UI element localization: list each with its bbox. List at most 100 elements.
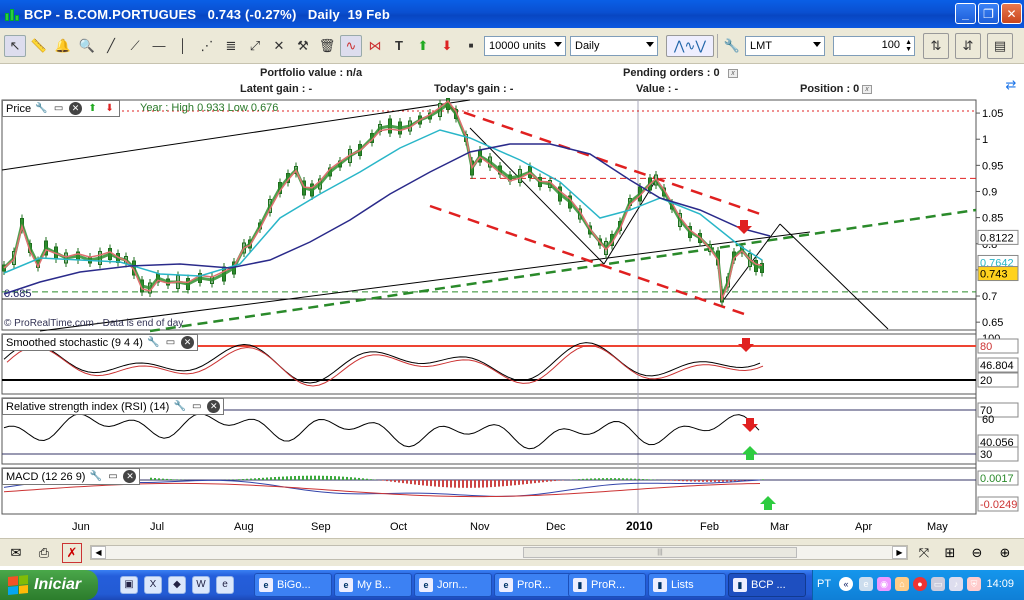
zoom-fit-icon[interactable]: ⤧	[914, 543, 934, 563]
units-select[interactable]: 10000 units	[484, 35, 566, 56]
close-icon[interactable]: ✕	[123, 470, 137, 483]
ray-tool-icon[interactable]: ⟋	[124, 35, 146, 57]
tray-security-icon[interactable]: ⛨	[967, 577, 981, 591]
delete-icon[interactable]: 🗑	[316, 35, 338, 57]
line-tool-icon[interactable]: ╱	[100, 35, 122, 57]
fan-tool-icon[interactable]: ⋰	[196, 35, 218, 57]
maximize-button[interactable]: ❐	[978, 3, 999, 24]
channel-icon[interactable]: ⋈	[364, 35, 386, 57]
macd-bar	[642, 479, 644, 480]
macd-bar	[334, 476, 336, 480]
wrench-icon[interactable]: 🔧	[89, 470, 102, 483]
taskbar-item-bcp[interactable]: ▮ BCP ...	[728, 573, 806, 597]
macd-bar	[326, 475, 328, 480]
quantity-stepper[interactable]: 100 ▲ ▼	[833, 35, 915, 56]
macd-bar	[630, 478, 632, 480]
x-axis-label: Oct	[390, 521, 407, 533]
quicklaunch-explorer-icon[interactable]: ▣	[120, 576, 138, 594]
tools-icon[interactable]: ⚒	[292, 35, 314, 57]
horizontal-line-icon[interactable]: —	[148, 35, 170, 57]
zoom-select-icon[interactable]: ⊞	[940, 543, 960, 563]
macd-bar	[626, 478, 628, 480]
macd-bar	[578, 479, 580, 480]
tray-monitor-icon[interactable]: ▭	[931, 577, 945, 591]
macd-bar	[686, 480, 688, 482]
y-axis-label: 0.95	[982, 160, 1003, 172]
pointer-tool-icon[interactable]: ↖	[4, 34, 26, 57]
taskbar-item-pror-1[interactable]: e ProR...	[494, 573, 572, 597]
wrench-icon[interactable]: 🔧	[173, 400, 186, 413]
taskbar-item-bigo[interactable]: e BiGo...	[254, 573, 332, 597]
quicklaunch-ie-icon[interactable]: e	[216, 576, 234, 594]
window-icon[interactable]: ▭	[106, 470, 119, 483]
start-button[interactable]: Iniciar	[0, 570, 98, 600]
chart-scrollbar[interactable]: ◀ ||| ▶	[90, 545, 908, 560]
text-tool-icon[interactable]: T	[388, 35, 410, 57]
taskbar-item-myb[interactable]: e My B...	[334, 573, 412, 597]
disconnect-icon[interactable]: ✗	[62, 543, 82, 563]
ma-value-tag: 0.8122	[980, 232, 1014, 244]
sell-order-icon[interactable]: ⇵	[955, 32, 981, 59]
window-icon[interactable]: ▭	[190, 400, 203, 413]
alarm-bell-icon[interactable]: 🔔	[52, 35, 74, 57]
macd-bar	[718, 480, 720, 482]
indicator-icon[interactable]: ∿	[340, 34, 362, 57]
zoom-in-icon[interactable]: ⊕	[995, 543, 1015, 563]
close-icon[interactable]: ✕	[207, 400, 221, 413]
wrench-icon[interactable]: 🔧	[35, 102, 48, 115]
tray-app-icon[interactable]: ◉	[877, 577, 891, 591]
refresh-arrows-icon[interactable]: ⇄	[1000, 74, 1022, 96]
scroll-left-icon[interactable]: ◀	[91, 546, 106, 559]
scroll-thumb[interactable]: |||	[523, 547, 797, 558]
vertical-line-icon[interactable]: │	[172, 35, 194, 57]
order-type-select[interactable]: LMT	[745, 35, 825, 56]
minimize-button[interactable]: _	[955, 3, 976, 24]
tray-volume-icon[interactable]: ♪	[949, 577, 963, 591]
quantity-value: 100	[881, 38, 900, 51]
scroll-right-icon[interactable]: ▶	[892, 546, 907, 559]
quicklaunch-excel-icon[interactable]: X	[144, 576, 162, 594]
window-icon[interactable]: ▭	[52, 102, 65, 115]
move-up-icon[interactable]: ⬆	[86, 102, 99, 115]
period-select[interactable]: Daily	[570, 35, 658, 56]
tray-antivirus-icon[interactable]: ●	[913, 577, 927, 591]
window-icon[interactable]: ▭	[164, 336, 177, 349]
quicklaunch-word-icon[interactable]: W	[192, 576, 210, 594]
buy-order-icon[interactable]: ⇅	[923, 32, 949, 59]
print-icon[interactable]: ⎙	[34, 543, 54, 563]
pending-orders-close-icon[interactable]: x	[728, 69, 738, 78]
order-book-icon[interactable]: ▤	[987, 32, 1013, 59]
cross-tool-icon[interactable]: ✕	[268, 35, 290, 57]
tray-ie-icon[interactable]: e	[859, 577, 873, 591]
tray-collapse-icon[interactable]: «	[839, 577, 853, 591]
taskbar-item-jorn[interactable]: e Jorn...	[414, 573, 492, 597]
fibonacci-icon[interactable]: ≣	[220, 35, 242, 57]
indicators-panel-icon[interactable]: ⋀∿⋁	[666, 34, 714, 57]
taskbar-item-lists[interactable]: ▮ Lists	[648, 573, 726, 597]
mail-icon[interactable]: ✉	[6, 543, 26, 563]
macd-bar	[294, 476, 296, 480]
zoom-out-icon[interactable]: ⊖	[967, 543, 987, 563]
chart-area[interactable]: Jun Jul Aug Sep Oct Nov Dec 2010 Feb Mar Apr May 1.0…	[0, 98, 1024, 538]
macd-bar	[442, 480, 444, 488]
language-indicator[interactable]: PT	[817, 578, 831, 590]
ruler-icon[interactable]: 📏	[28, 35, 50, 57]
taskbar-item-pror-2[interactable]: ▮ ProR...	[568, 573, 646, 597]
close-button[interactable]: ✕	[1001, 3, 1022, 24]
position-close-icon[interactable]: x	[862, 85, 872, 94]
close-icon[interactable]: ✕	[180, 336, 194, 349]
macd-bar	[382, 480, 384, 481]
chart-canvas[interactable]: Jun Jul Aug Sep Oct Nov Dec 2010 Feb Mar Apr May 1.0…	[0, 98, 1024, 538]
macd-bar	[158, 478, 160, 480]
tray-network-icon[interactable]: ⌂	[895, 577, 909, 591]
ie-icon: e	[499, 578, 513, 592]
close-icon[interactable]: ✕	[69, 102, 83, 115]
trend-tool-icon[interactable]: ⤢	[244, 35, 266, 57]
quicklaunch-app-icon[interactable]: ◆	[168, 576, 186, 594]
move-down-icon[interactable]: ⬇	[103, 102, 116, 115]
wrench-icon[interactable]: 🔧	[147, 336, 160, 349]
buy-arrow-icon[interactable]: ⬆	[412, 35, 434, 57]
sell-arrow-icon[interactable]: ⬇	[436, 35, 458, 57]
zoom-icon[interactable]: 🔍	[76, 35, 98, 57]
wrench-icon[interactable]: 🔧	[721, 35, 743, 57]
